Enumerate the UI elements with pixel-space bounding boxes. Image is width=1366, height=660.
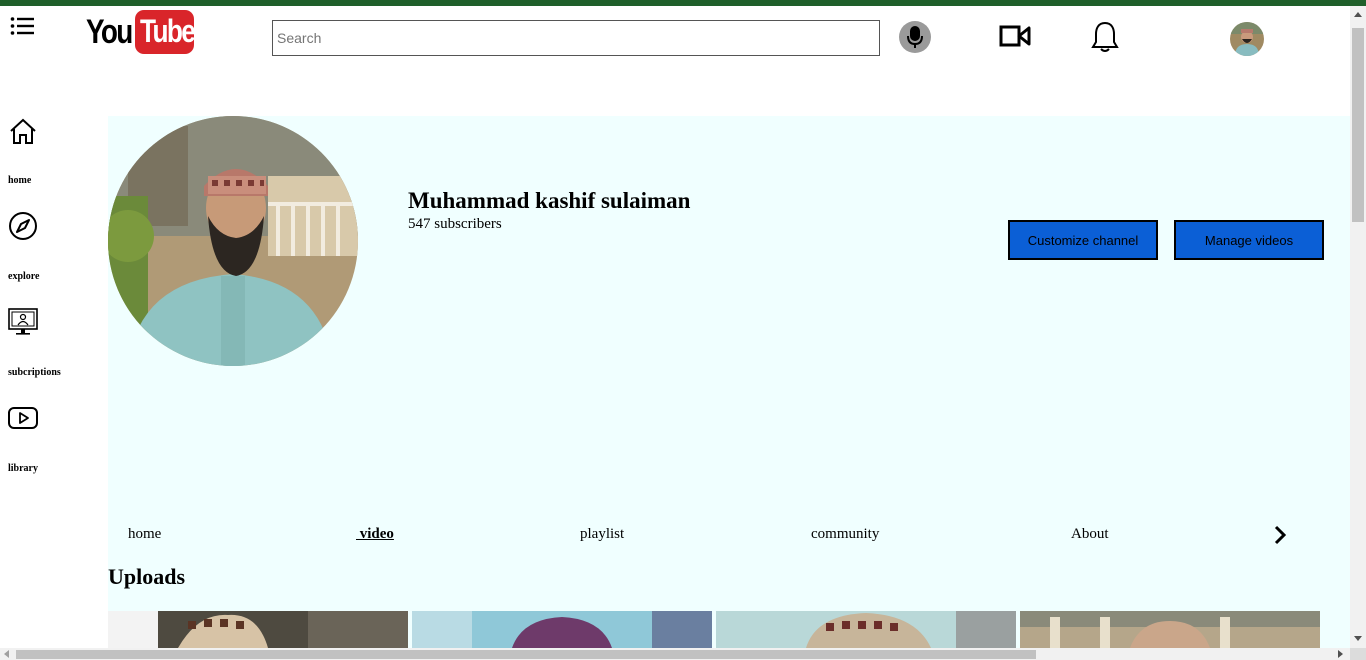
sidebar-label-library[interactable]: library (8, 463, 38, 474)
microphone-icon[interactable] (899, 21, 931, 53)
manage-videos-button[interactable]: Manage videos (1174, 220, 1324, 260)
channel-main: Muhammad kashif sulaiman 547 subscribers… (108, 116, 1350, 648)
subscriber-count: 547 subscribers (408, 216, 502, 232)
vertical-scroll-thumb[interactable] (1352, 28, 1364, 222)
logo-tube-badge: Tube (135, 10, 196, 54)
sidebar-label-subscriptions[interactable]: subcriptions (8, 367, 61, 378)
user-avatar[interactable] (1230, 22, 1264, 56)
video-thumbnail[interactable] (1020, 611, 1320, 648)
compass-icon (9, 212, 37, 240)
sidebar-label-explore[interactable]: explore (8, 271, 39, 282)
vertical-scrollbar[interactable] (1350, 6, 1366, 648)
scroll-up-arrow-icon[interactable] (1354, 12, 1362, 17)
scroll-down-arrow-icon[interactable] (1354, 636, 1362, 641)
sidebar-item-subscriptions[interactable] (8, 307, 78, 342)
scrollbar-corner (1350, 648, 1366, 660)
logo-you-text: You (86, 12, 133, 51)
tab-playlist[interactable]: playlist (580, 526, 624, 543)
sidebar-item-home[interactable] (8, 116, 78, 151)
customize-channel-button[interactable]: Customize channel (1008, 220, 1158, 260)
horizontal-scrollbar[interactable] (0, 648, 1350, 660)
horizontal-scroll-thumb[interactable] (16, 650, 1036, 659)
logo-tube-text: Tube (140, 13, 196, 49)
tab-home[interactable]: home (128, 526, 161, 543)
tab-video[interactable]: video (356, 526, 394, 543)
youtube-logo[interactable]: You Tube (86, 10, 196, 54)
channel-profile-photo (108, 116, 358, 366)
video-camera-icon[interactable] (999, 24, 1031, 53)
home-icon (10, 118, 36, 144)
channel-name: Muhammad kashif sulaiman (408, 188, 691, 213)
video-thumbnail[interactable] (412, 611, 712, 648)
menu-icon[interactable] (10, 16, 36, 38)
subscriptions-icon (8, 308, 38, 335)
top-strip (0, 0, 1366, 6)
video-thumbnail[interactable] (716, 611, 1016, 648)
scroll-left-arrow-icon[interactable] (4, 650, 9, 658)
scroll-right-arrow-icon[interactable] (1338, 650, 1343, 658)
uploads-heading: Uploads (108, 564, 186, 589)
tab-community[interactable]: community (811, 526, 879, 543)
chevron-right-icon[interactable] (1270, 524, 1290, 546)
sidebar-item-explore[interactable] (8, 211, 78, 248)
play-icon (8, 407, 38, 429)
sidebar-label-home[interactable]: home (8, 175, 31, 186)
bell-icon[interactable] (1090, 20, 1120, 59)
video-thumbnail[interactable] (108, 611, 408, 648)
tab-about[interactable]: About (1071, 526, 1109, 543)
sidebar-item-library[interactable] (8, 405, 78, 436)
search-input[interactable] (272, 20, 880, 56)
